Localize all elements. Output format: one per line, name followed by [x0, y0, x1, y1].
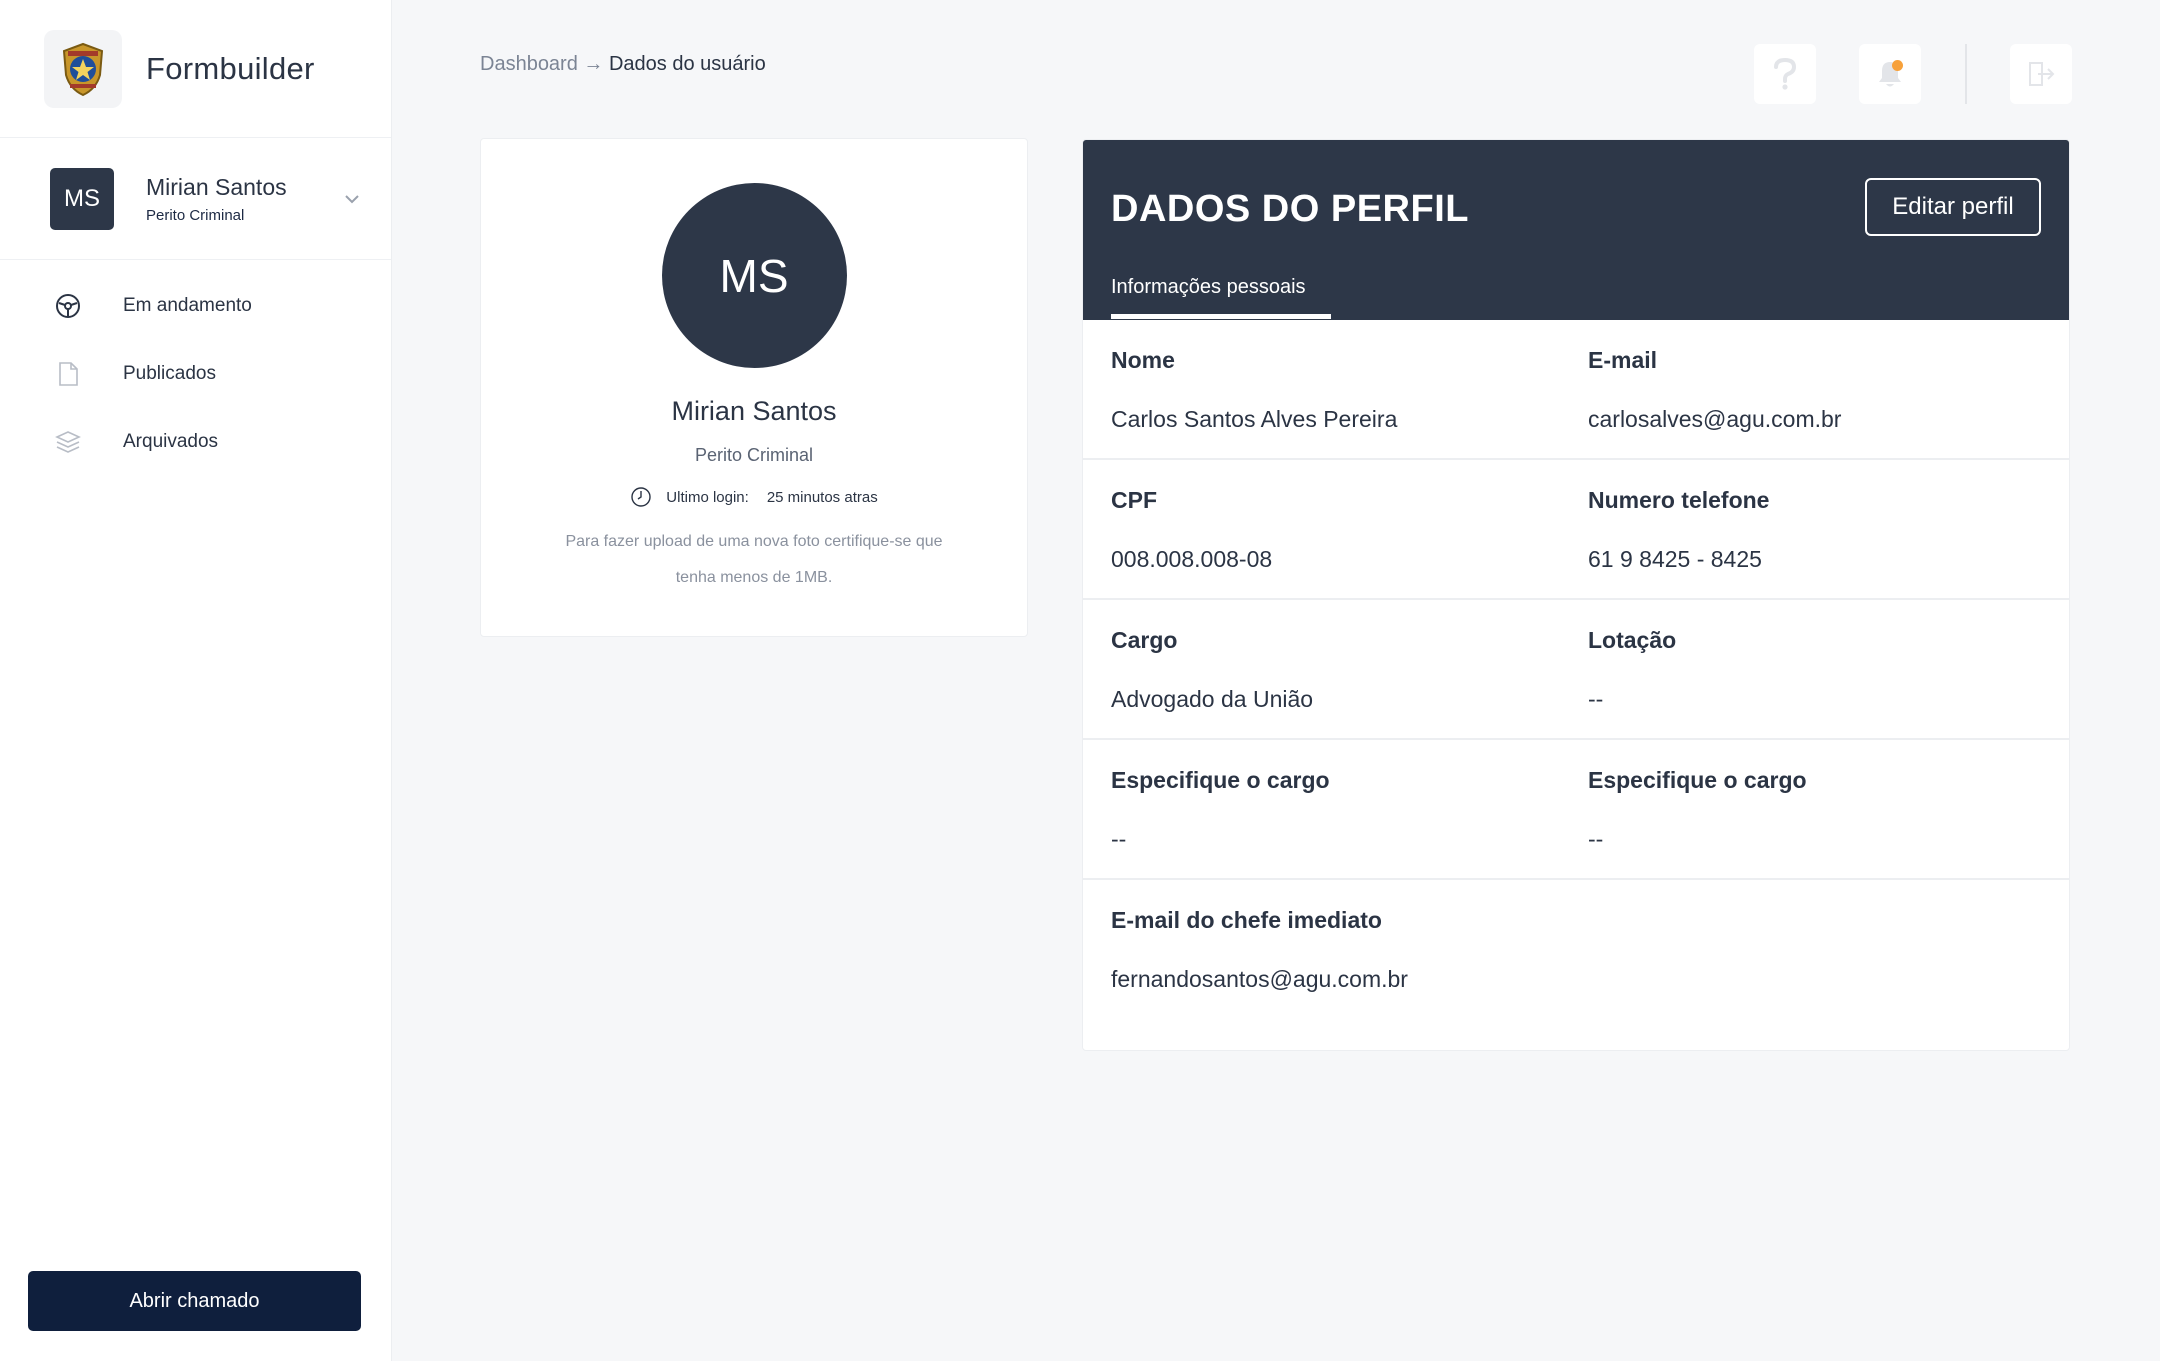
field-cargo: Cargo Advogado da União: [1083, 600, 1560, 738]
document-icon: [54, 360, 82, 388]
profile-avatar[interactable]: MS: [661, 183, 847, 368]
field-value: 61 9 8425 - 8425: [1588, 546, 1762, 572]
brand-name: Formbuilder: [146, 50, 315, 86]
info-row: Cargo Advogado da União Lotação --: [1083, 600, 2069, 740]
field-especifique-cargo-2: Especifique o cargo --: [1560, 740, 2037, 878]
chevron-down-icon[interactable]: [343, 190, 361, 208]
edit-profile-button[interactable]: Editar perfil: [1865, 178, 2041, 236]
field-value: Carlos Santos Alves Pereira: [1111, 406, 1398, 432]
clock-icon: [631, 487, 651, 507]
logout-icon: [2029, 62, 2055, 86]
user-menu[interactable]: MS Mirian Santos Perito Criminal: [0, 138, 391, 260]
profile-role: Perito Criminal: [694, 445, 814, 465]
sidebar: Formbuilder MS Mirian Santos Perito Crim…: [0, 0, 392, 1361]
field-email: E-mail carlosalves@agu.com.br: [1560, 320, 2037, 458]
info-row: CPF 008.008.008-08 Numero telefone 61 9 …: [1083, 460, 2069, 600]
field-lotacao: Lotação --: [1560, 600, 2037, 738]
field-label: Nome: [1111, 347, 1175, 373]
field-nome: Nome Carlos Santos Alves Pereira: [1083, 320, 1560, 458]
field-telefone: Numero telefone 61 9 8425 - 8425: [1560, 460, 2037, 598]
field-value: Advogado da União: [1111, 686, 1314, 712]
field-label: Especifique o cargo: [1588, 767, 1807, 793]
active-tab-indicator: [1111, 314, 1331, 319]
sidebar-item-label: Em andamento: [123, 295, 252, 316]
breadcrumb-current: Dados do usuário: [608, 53, 766, 75]
police-badge-icon: [44, 29, 122, 108]
info-row: Nome Carlos Santos Alves Pereira E-mail …: [1083, 320, 2069, 460]
profile-name: Mirian Santos: [671, 396, 837, 426]
sidebar-nav: Em andamento Publicados Arquivados: [0, 260, 391, 476]
help-button[interactable]: [1754, 44, 1816, 104]
sidebar-item-em-andamento[interactable]: Em andamento: [0, 272, 391, 340]
info-row: E-mail do chefe imediato fernandosantos@…: [1083, 880, 2069, 1020]
sidebar-item-publicados[interactable]: Publicados: [0, 340, 391, 408]
tab-informacoes-pessoais[interactable]: Informações pessoais: [1111, 276, 1306, 299]
notification-dot: [1892, 60, 1903, 71]
profile-card: MS Mirian Santos Perito Criminal Ultimo …: [480, 138, 1028, 637]
field-value: fernandosantos@agu.com.br: [1111, 966, 1408, 992]
field-email-chefe: E-mail do chefe imediato fernandosantos@…: [1083, 880, 1983, 1020]
profile-data-card: DADOS DO PERFIL Editar perfil Informaçõe…: [1082, 139, 2070, 1051]
field-value: 008.008.008-08: [1111, 546, 1273, 572]
last-login-label: Ultimo login:: [666, 488, 749, 506]
last-login: Ultimo login: 25 minutos atras: [481, 486, 1027, 508]
field-especifique-cargo: Especifique o cargo --: [1083, 740, 1560, 878]
section-title: DADOS DO PERFIL: [1111, 188, 1469, 230]
field-value: --: [1111, 826, 1127, 852]
avatar: MS: [50, 167, 114, 230]
field-label: CPF: [1111, 487, 1157, 513]
profile-data-header: DADOS DO PERFIL Editar perfil Informaçõe…: [1083, 140, 2069, 320]
user-name: Mirian Santos: [146, 173, 287, 200]
last-login-value: 25 minutos atras: [766, 488, 878, 506]
breadcrumb-arrow: →: [583, 53, 604, 75]
field-value: --: [1588, 686, 1604, 712]
field-label: Cargo: [1111, 627, 1178, 653]
sidebar-item-label: Arquivados: [123, 431, 219, 452]
open-ticket-button[interactable]: Abrir chamado: [28, 1271, 361, 1331]
field-label: E-mail do chefe imediato: [1111, 907, 1382, 933]
field-value: carlosalves@agu.com.br: [1588, 406, 1842, 432]
toolbar-divider: [1965, 44, 1967, 104]
sidebar-item-arquivados[interactable]: Arquivados: [0, 408, 391, 476]
logout-button[interactable]: [2010, 44, 2072, 104]
brand: Formbuilder: [0, 0, 391, 138]
user-role: Perito Criminal: [146, 206, 245, 224]
info-row: Especifique o cargo -- Especifique o car…: [1083, 740, 2069, 880]
field-value: --: [1588, 826, 1604, 852]
breadcrumb-root[interactable]: Dashboard: [480, 53, 578, 75]
sidebar-item-label: Publicados: [123, 363, 216, 384]
breadcrumb: Dashboard → Dados do usuário: [480, 53, 766, 76]
field-label: E-mail: [1588, 347, 1658, 373]
steering-icon: [54, 292, 82, 320]
field-label: Especifique o cargo: [1111, 767, 1330, 793]
layers-icon: [54, 428, 82, 456]
field-label: Lotação: [1588, 627, 1677, 653]
field-label: Numero telefone: [1588, 487, 1770, 513]
help-icon: [1774, 57, 1797, 90]
field-cpf: CPF 008.008.008-08: [1083, 460, 1560, 598]
upload-note: Para fazer upload de uma nova foto certi…: [565, 533, 943, 586]
notifications-button[interactable]: [1859, 44, 1921, 104]
